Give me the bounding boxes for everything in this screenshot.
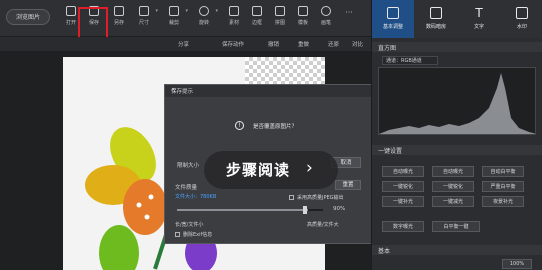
step-reading-text: 步骤阅读 [226, 161, 291, 179]
action-bar: 分享 保存动作 撤销 重做 还原 对比 [0, 37, 371, 51]
tab-basic-adjust[interactable]: 基本调整 [372, 0, 414, 38]
chevron-down-icon: ▾ [215, 8, 218, 14]
file-quality-label: 文件质量 [175, 185, 198, 191]
info-icon: ! [235, 121, 244, 130]
main-toolbar: 浏览图片 打开 保存 另存 尺寸 ▾ 裁剪 ▾ 旋转 ▾ 素材 边框 拼图 模板 [0, 0, 371, 37]
auto-exposure-button[interactable]: 自动曝光 [382, 166, 424, 177]
chevron-down-icon: ▾ [155, 8, 158, 14]
resize-icon [139, 6, 149, 16]
step-reading-overlay[interactable]: 步骤阅读 › [204, 151, 338, 189]
right-panel: 基本调整 数码暗房 T 文字 水印 直方图 通道：RGB通道 一键设置 自动曝光… [371, 0, 542, 270]
chevron-right-icon: › [306, 158, 313, 178]
onekey-title: 一键设置 [378, 148, 403, 155]
toolbar-frame[interactable]: 边框 [246, 6, 268, 32]
toolbar-brush-label: 画笔 [320, 20, 331, 26]
exif-checkbox[interactable] [175, 232, 180, 237]
tab-digital-darkroom[interactable]: 数码暗房 [415, 0, 457, 38]
histogram-graph [379, 73, 535, 134]
dims-left-label: 长/宽/文件小 [175, 222, 204, 228]
toolbar-puzzle-label: 拼图 [274, 20, 285, 26]
browse-images-button[interactable]: 浏览图片 [6, 9, 50, 25]
template-icon [298, 6, 308, 16]
text-icon: T [475, 6, 483, 20]
toolbar-template[interactable]: 模板 [292, 6, 314, 32]
zoom-percent[interactable]: 100% [502, 259, 532, 269]
chevron-down-icon: ▾ [185, 8, 188, 14]
toolbar-material[interactable]: 素材 [223, 6, 245, 32]
watermark-icon [516, 7, 528, 19]
restore-button[interactable]: 还原 [328, 40, 339, 48]
undo-button[interactable]: 撤销 [268, 40, 279, 48]
fill-light-button[interactable]: 一键补光 [382, 196, 424, 207]
toolbar-resize[interactable]: 尺寸 ▾ [133, 6, 158, 32]
toolbar-crop-label: 裁剪 [168, 20, 179, 26]
frame-icon [252, 6, 262, 16]
toolbar-template-label: 模板 [297, 20, 308, 26]
dims-right-label: 高质量/文件大 [307, 222, 339, 228]
toolbar-crop[interactable]: 裁剪 ▾ [163, 6, 188, 32]
basic-section-header[interactable]: 基本 [372, 245, 542, 255]
digital-exposure-button[interactable]: 数字曝光 [382, 221, 424, 232]
adjust-icon [387, 7, 399, 19]
auto-white-balance-button[interactable]: 自动白平衡 [482, 166, 524, 177]
toolbar-save-as-label: 另存 [113, 20, 124, 26]
tab-text-label: 文字 [473, 24, 484, 30]
puzzle-icon [275, 6, 285, 16]
toolbar-rotate-label: 旋转 [198, 20, 209, 26]
tab-watermark-label: 水印 [516, 24, 527, 30]
file-size-label: 文件大小：780KB [175, 194, 217, 200]
dialog-titlebar: 保存提示 × [165, 85, 371, 97]
limit-size-option[interactable]: 限制大小 [177, 161, 199, 169]
night-fill-light-button[interactable]: 夜景补光 [482, 196, 524, 207]
reset-button[interactable]: 重置 [335, 180, 361, 190]
auto-exposure-button-2[interactable]: 自动曝光 [432, 166, 474, 177]
tab-digital-darkroom-label: 数码暗房 [425, 24, 446, 30]
tab-text[interactable]: T 文字 [458, 0, 500, 38]
exif-label: 删除Exif信息 [183, 232, 213, 238]
white-balance-onekey-button[interactable]: 白平衡一键 [432, 221, 480, 232]
tab-basic-adjust-label: 基本调整 [382, 24, 403, 30]
quality-slider[interactable] [177, 206, 323, 214]
redo-button[interactable]: 重做 [298, 40, 309, 48]
sharpen-button[interactable]: 一键锐化 [382, 181, 424, 192]
compare-button[interactable]: 对比 [352, 40, 363, 48]
onekey-section-header[interactable]: 一键设置 [372, 145, 542, 155]
brush-icon [321, 6, 331, 16]
sharpen-button-2[interactable]: 一键锐化 [432, 181, 474, 192]
toolbar-brush[interactable]: 画笔 [315, 6, 337, 32]
quality-percent: 90% [333, 206, 346, 212]
histogram-section-header[interactable]: 直方图 [372, 42, 542, 52]
quality-slider-handle[interactable] [303, 206, 307, 214]
toolbar-material-label: 素材 [228, 20, 239, 26]
crop-icon [169, 6, 179, 16]
toolbar-save-as[interactable]: 另存 [108, 6, 130, 32]
save-as-icon [114, 6, 124, 16]
toolbar-puzzle[interactable]: 拼图 [269, 6, 291, 32]
camera-icon [430, 7, 442, 19]
histogram-title: 直方图 [378, 45, 397, 52]
toolbar-rotate[interactable]: 旋转 ▾ [193, 6, 218, 32]
right-panel-tabs: 基本调整 数码暗房 T 文字 水印 [372, 0, 542, 38]
reduce-light-button[interactable]: 一键减光 [432, 196, 474, 207]
histogram-chart [378, 67, 536, 135]
dialog-question: 是否覆盖原图片？ [253, 124, 298, 130]
close-icon[interactable]: × [171, 87, 367, 93]
more-icon: ··· [345, 8, 353, 17]
basic-title: 基本 [378, 248, 391, 255]
strict-white-balance-button[interactable]: 严重白平衡 [482, 181, 524, 192]
progressive-checkbox[interactable] [289, 195, 294, 200]
quality-slider-fill [177, 209, 309, 211]
histogram-channel-select[interactable]: 通道：RGB通道 [382, 56, 438, 65]
toolbar-frame-label: 边框 [251, 20, 262, 26]
share-button[interactable]: 分享 [178, 40, 189, 48]
rotate-icon [199, 6, 209, 16]
tab-watermark[interactable]: 水印 [501, 0, 542, 38]
progressive-label: 采用高质量JPEG输出 [297, 195, 344, 201]
toolbar-resize-label: 尺寸 [138, 20, 149, 26]
toolbar-more[interactable]: ··· [338, 6, 360, 32]
folder-icon [66, 6, 76, 16]
save-action-button[interactable]: 保存动作 [222, 40, 244, 48]
material-icon [229, 6, 239, 16]
